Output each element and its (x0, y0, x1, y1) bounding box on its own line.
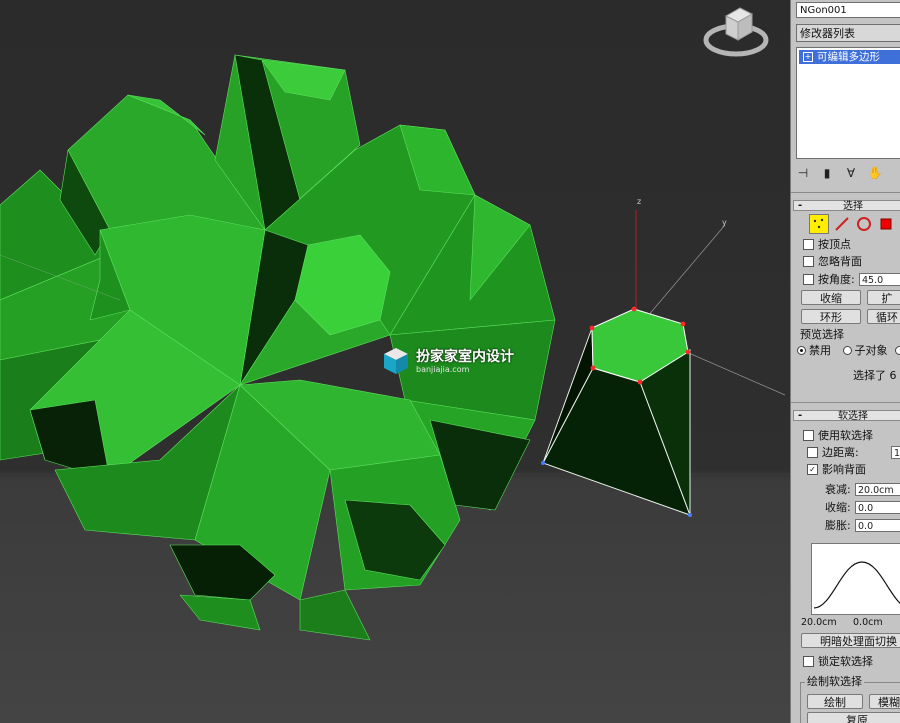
preview-subobject-radio[interactable] (842, 345, 852, 355)
lock-soft-selection-checkbox[interactable] (803, 655, 814, 667)
preview-multi-radio[interactable] (895, 345, 900, 355)
grow-button[interactable]: 扩 (867, 290, 900, 305)
polygon-level-icon[interactable] (877, 215, 895, 233)
selection-status: 选择了 6 个 (853, 369, 900, 382)
selection-rollout-title: 选择 (843, 201, 863, 212)
vertex-level-icon[interactable] (809, 214, 829, 234)
by-vertex-label: 按顶点 (818, 238, 851, 251)
preview-selection-label: 预览选择 (800, 328, 844, 341)
use-soft-selection-label: 使用软选择 (818, 429, 873, 442)
edge-level-icon[interactable] (833, 215, 851, 233)
edge-distance-spinner[interactable]: 1 (891, 446, 900, 459)
selection-rollout-header[interactable]: - 选择 (793, 200, 900, 212)
viewcube[interactable] (702, 2, 772, 67)
blur-button[interactable]: 模糊 (869, 694, 900, 709)
preview-off-radio[interactable] (797, 345, 806, 355)
curve-label-mid: 0.0cm (853, 617, 883, 628)
stack-item-editable-poly[interactable]: + 可编辑多边形 (799, 50, 900, 64)
divider (791, 402, 900, 403)
falloff-curve (813, 561, 900, 609)
affect-backfacing-label: 影响背面 (822, 463, 866, 476)
by-angle-label: 按角度: (818, 273, 855, 286)
paint-soft-selection-title: 绘制软选择 (805, 675, 864, 688)
ignore-backfacing-option[interactable]: 忽略背面 (803, 255, 862, 269)
falloff-spinner[interactable]: 20.0cm (855, 483, 900, 496)
watermark: 扮家家室内设计 banjiajia.com (382, 346, 514, 376)
ring-button[interactable]: 环形 (801, 309, 861, 324)
falloff-label: 衰减: (825, 483, 851, 496)
paint-button[interactable]: 绘制 (807, 694, 863, 709)
command-panel: NGon001 修改器列表 + 可编辑多边形 ⊣ ▮ ∀ ✋ -选择 按顶点 (790, 0, 900, 723)
edge-distance-option[interactable]: 边距离: (807, 446, 859, 460)
edge-distance-label: 边距离: (822, 446, 859, 459)
divider (791, 192, 900, 193)
use-soft-selection-checkbox[interactable] (803, 429, 814, 441)
falloff-curve-graph (811, 543, 900, 615)
by-angle-checkbox[interactable] (803, 273, 814, 285)
show-end-result-icon[interactable]: ▮ (819, 165, 835, 181)
y-axis-label: y (722, 218, 727, 227)
by-vertex-option[interactable]: 按顶点 (803, 238, 851, 252)
selected-frustum-mesh (541, 210, 786, 517)
ignore-backfacing-label: 忽略背面 (818, 255, 862, 268)
bubble-spinner[interactable]: 0.0 (855, 519, 900, 532)
stack-toolbar: ⊣ ▮ ∀ ✋ (795, 165, 883, 183)
bubble-label: 膨胀: (825, 519, 851, 532)
loop-button[interactable]: 循环 (867, 309, 900, 324)
preview-options: 禁用 子对象 (797, 344, 900, 358)
banjiajia-logo-icon (384, 348, 408, 374)
by-vertex-checkbox[interactable] (803, 238, 814, 250)
soft-selection-rollout-header[interactable]: - 软选择 (793, 410, 900, 422)
modifier-stack[interactable]: + 可编辑多边形 (796, 47, 900, 159)
curve-label-left: 20.0cm (801, 617, 837, 628)
by-angle-option[interactable]: 按角度: (803, 273, 855, 287)
pinch-label: 收缩: (825, 501, 851, 514)
ignore-backfacing-checkbox[interactable] (803, 255, 814, 267)
preview-subobject-label: 子对象 (854, 344, 888, 357)
modifier-list-dropdown[interactable]: 修改器列表 (796, 24, 900, 42)
edge-distance-checkbox[interactable] (807, 446, 818, 458)
shrink-button[interactable]: 收缩 (801, 290, 861, 305)
watermark-url: banjiajia.com (416, 364, 470, 374)
perspective-viewport[interactable]: z y 扮家家室内设计 banjiajia.com (0, 0, 790, 723)
affect-backfacing-option[interactable]: ✓ 影响背面 (807, 463, 866, 477)
watermark-title: 扮家家室内设计 (416, 348, 514, 365)
object-name-field[interactable]: NGon001 (796, 2, 900, 18)
pin-stack-icon[interactable]: ⊣ (795, 165, 811, 181)
revert-button[interactable]: 复原 (807, 712, 900, 723)
use-soft-selection-option[interactable]: 使用软选择 (803, 429, 873, 443)
remove-modifier-icon[interactable]: ✋ (867, 165, 883, 181)
shaded-face-toggle-button[interactable]: 明暗处理面切换 (801, 633, 900, 648)
stack-item-label: 可编辑多边形 (817, 51, 880, 63)
z-axis-label: z (637, 197, 642, 206)
lock-soft-selection-option[interactable]: 锁定软选择 (803, 655, 873, 669)
pinch-spinner[interactable]: 0.0 (855, 501, 900, 514)
soft-selection-rollout-title: 软选择 (838, 411, 868, 422)
border-level-icon[interactable] (855, 215, 873, 233)
affect-backfacing-checkbox[interactable]: ✓ (807, 463, 818, 475)
expand-icon[interactable]: + (803, 52, 813, 62)
make-unique-icon[interactable]: ∀ (843, 165, 859, 181)
viewcube-icon (703, 7, 769, 57)
subobject-level-icons (809, 214, 895, 234)
angle-spinner[interactable]: 45.0 (859, 273, 900, 286)
lock-soft-selection-label: 锁定软选择 (818, 655, 873, 668)
preview-off-label: 禁用 (809, 344, 831, 357)
